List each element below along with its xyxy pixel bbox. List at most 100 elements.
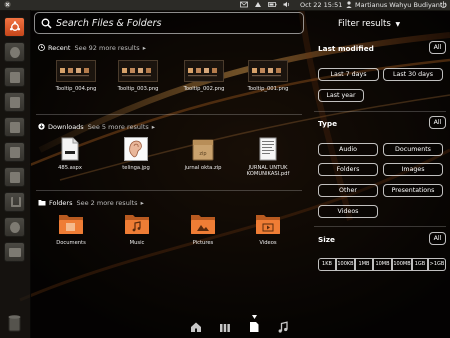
launcher-settings-icon[interactable] <box>4 217 25 237</box>
image-thumbnail <box>248 60 288 82</box>
trash-icon[interactable] <box>4 313 25 333</box>
folders-title: Folders <box>49 199 73 207</box>
power-icon[interactable] <box>440 1 447 10</box>
size-1gb-button[interactable]: 1GB <box>412 258 428 271</box>
last-modified-all-button[interactable]: All <box>429 41 446 54</box>
launcher <box>0 10 31 338</box>
image-thumbnail <box>118 60 158 82</box>
user-name[interactable]: Martianus Wahyu Budiyanto <box>355 1 446 9</box>
clock-icon <box>38 44 45 51</box>
folder-item[interactable]: Videos <box>240 212 296 246</box>
launcher-workspace-switcher-icon[interactable] <box>4 242 25 262</box>
expand-arrow-icon[interactable]: ▸ <box>141 199 144 207</box>
last-7-days-button[interactable]: Last 7 days <box>318 68 379 81</box>
image-thumbnail <box>184 60 224 82</box>
music-folder-icon <box>125 215 149 234</box>
filter-header: Filter results <box>338 19 391 29</box>
item-caption: 485.aspx <box>58 165 82 171</box>
folders-more-results[interactable]: See 2 more results <box>76 199 137 207</box>
type-presentations-button[interactable]: Presentations <box>383 184 443 197</box>
launcher-files-icon[interactable] <box>4 67 25 87</box>
filter-divider <box>314 226 446 227</box>
size-100mb-button[interactable]: 100MB <box>392 258 412 271</box>
ubuntu-logo-icon <box>9 21 21 31</box>
type-audio-button[interactable]: Audio <box>318 143 378 156</box>
downloads-header[interactable]: Downloads See 5 more results ▸ <box>38 123 155 131</box>
dash-home-button[interactable] <box>4 17 25 37</box>
expand-arrow-icon[interactable]: ▸ <box>152 123 155 131</box>
expand-arrow-icon[interactable]: ▸ <box>143 44 146 52</box>
type-all-button[interactable]: All <box>429 116 446 129</box>
launcher-software-center-icon[interactable] <box>4 167 25 187</box>
top-panel: Oct 22 15:51 Martianus Wahyu Budiyanto <box>0 0 450 11</box>
dropdown-arrow-icon: ▼ <box>395 21 401 28</box>
last-30-days-button[interactable]: Last 30 days <box>383 68 443 81</box>
type-videos-button[interactable]: Videos <box>318 205 378 218</box>
files-lens-icon[interactable] <box>248 321 260 333</box>
folders-header[interactable]: Folders See 2 more results ▸ <box>38 199 144 207</box>
size-1mb-button[interactable]: 1MB <box>355 258 373 271</box>
documents-folder-icon <box>59 215 83 234</box>
pdf-document-icon <box>259 137 277 161</box>
item-caption: telinga.jpg <box>122 165 150 171</box>
recent-item[interactable]: Tooltip_004.png <box>48 60 104 92</box>
envelope-icon[interactable] <box>240 1 248 10</box>
folder-item[interactable]: Music <box>109 212 165 246</box>
download-icon <box>38 123 45 130</box>
pictures-folder-icon <box>191 215 215 234</box>
battery-icon[interactable] <box>268 1 277 10</box>
clock[interactable]: Oct 22 15:51 <box>300 1 342 9</box>
download-item[interactable]: zip jurnal okta.zip <box>175 137 231 171</box>
item-caption: Tooltip_002.png <box>183 86 225 92</box>
launcher-document-icon[interactable] <box>4 117 25 137</box>
image-thumbnail <box>56 60 96 82</box>
size-title: Size <box>318 235 335 244</box>
downloads-more-results[interactable]: See 5 more results <box>88 123 149 131</box>
size-10mb-button[interactable]: 10MB <box>373 258 392 271</box>
downloads-title: Downloads <box>48 123 84 131</box>
last-year-button[interactable]: Last year <box>318 89 364 102</box>
recent-more-results[interactable]: See 92 more results <box>74 44 139 52</box>
type-documents-button[interactable]: Documents <box>383 143 443 156</box>
folder-item[interactable]: Documents <box>43 212 99 246</box>
size-1kb-button[interactable]: 1KB <box>318 258 336 271</box>
download-item[interactable]: telinga.jpg <box>108 137 164 171</box>
applications-lens-icon[interactable] <box>219 321 231 333</box>
launcher-presentation-icon[interactable] <box>4 142 25 162</box>
network-icon[interactable] <box>254 1 262 10</box>
folder-item[interactable]: Pictures <box>175 212 231 246</box>
ear-image-icon <box>124 137 148 161</box>
recent-item[interactable]: Tooltip_003.png <box>110 60 166 92</box>
size-100kb-button[interactable]: 100KB <box>336 258 355 271</box>
launcher-ubuntu-one-icon[interactable] <box>4 192 25 212</box>
launcher-writer-icon[interactable] <box>4 92 25 112</box>
last-modified-title: Last modified <box>318 44 374 53</box>
home-lens-icon[interactable] <box>190 321 202 333</box>
size-over-1gb-button[interactable]: >1GB <box>428 258 446 271</box>
type-other-button[interactable]: Other <box>318 184 378 197</box>
size-all-button[interactable]: All <box>429 232 446 245</box>
close-dash-icon[interactable] <box>4 1 11 10</box>
recent-item[interactable]: Tooltip_002.png <box>176 60 232 92</box>
videos-folder-icon <box>256 215 280 234</box>
item-caption: jurnal okta.zip <box>184 165 222 171</box>
recent-header[interactable]: Recent See 92 more results ▸ <box>38 44 146 52</box>
download-item[interactable]: 485.aspx <box>42 137 98 171</box>
type-images-button[interactable]: Images <box>383 163 443 176</box>
active-lens-indicator-icon <box>252 315 257 319</box>
volume-icon[interactable] <box>283 1 291 10</box>
search-icon <box>41 18 52 29</box>
music-lens-icon[interactable] <box>277 321 289 333</box>
zip-package-icon: zip <box>192 139 214 161</box>
user-icon <box>346 1 352 10</box>
search-input[interactable] <box>56 15 296 31</box>
type-folders-button[interactable]: Folders <box>318 163 378 176</box>
recent-item[interactable]: Tooltip_001.png <box>240 60 296 92</box>
download-item[interactable]: JURNAL UNTUK KOMUNIKASI.pdf <box>240 137 296 177</box>
item-caption: Tooltip_003.png <box>117 86 159 92</box>
launcher-firefox-icon[interactable] <box>4 42 25 62</box>
filter-results-toggle[interactable]: Filter results ▼ <box>338 19 400 29</box>
item-caption: Pictures <box>192 240 214 246</box>
search-box[interactable] <box>34 12 304 34</box>
type-title: Type <box>318 119 338 128</box>
